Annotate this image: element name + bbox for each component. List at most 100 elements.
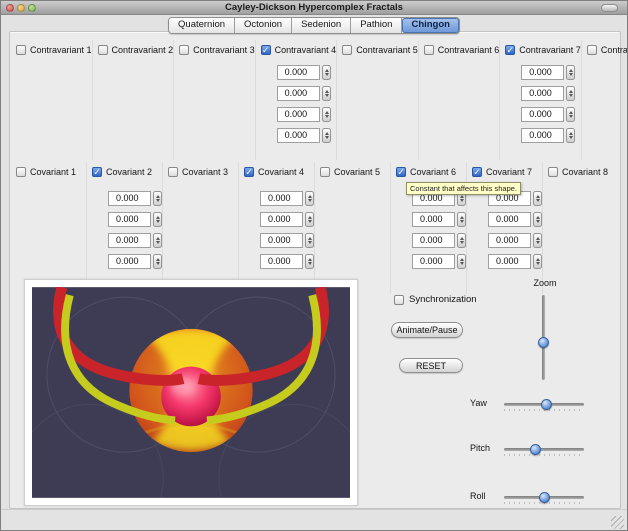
contravariant-7-value-field-1[interactable]: 0.000	[521, 65, 564, 80]
contravariant-7-value-field-3[interactable]: 0.000	[521, 107, 564, 122]
contravariant-checkbox-2[interactable]: Contravariant 2	[93, 40, 174, 56]
stepper-icon[interactable]	[153, 212, 162, 227]
covariant-6-value-field-3[interactable]: 0.000	[412, 233, 455, 248]
covariant-checkbox-7[interactable]: ✓Covariant 7	[467, 162, 542, 178]
stepper-icon[interactable]	[566, 128, 575, 143]
stepper-icon[interactable]	[305, 212, 314, 227]
stepper-icon[interactable]	[305, 191, 314, 206]
covariant-2-value-field-1[interactable]: 0.000	[108, 191, 151, 206]
checkbox-checked-icon[interactable]: ✓	[505, 45, 515, 55]
covariant-checkbox-8[interactable]: Covariant 8	[543, 162, 619, 178]
contravariant-checkbox-8[interactable]: Contravariant 8	[582, 40, 628, 56]
covariant-2-value-field-4[interactable]: 0.000	[108, 254, 151, 269]
checkbox-unchecked-icon[interactable]	[424, 45, 434, 55]
pitch-slider-track[interactable]	[504, 448, 584, 451]
checkbox-unchecked-icon[interactable]	[16, 45, 26, 55]
stepper-icon[interactable]	[322, 107, 331, 122]
contravariant-7-value-field-2[interactable]: 0.000	[521, 86, 564, 101]
covariant-2-value-field-2[interactable]: 0.000	[108, 212, 151, 227]
contravariant-4-value-field-2[interactable]: 0.000	[277, 86, 320, 101]
checkbox-checked-icon[interactable]: ✓	[92, 167, 102, 177]
contravariant-checkbox-6[interactable]: Contravariant 6	[419, 40, 500, 56]
contravariant-checkbox-7[interactable]: ✓Contravariant 7	[500, 40, 581, 56]
contravariant-4-value-field-1[interactable]: 0.000	[277, 65, 320, 80]
covariant-6-value-field-2[interactable]: 0.000	[412, 212, 455, 227]
animate-pause-button[interactable]: Animate/Pause	[391, 322, 463, 338]
covariant-7-value-field-2[interactable]: 0.000	[488, 212, 531, 227]
stepper-icon[interactable]	[457, 212, 466, 227]
covariant-checkbox-5[interactable]: Covariant 5	[315, 162, 390, 178]
checkbox-checked-icon[interactable]: ✓	[261, 45, 271, 55]
yaw-slider-thumb[interactable]	[541, 399, 552, 410]
roll-slider[interactable]: Roll	[464, 491, 600, 505]
contravariant-checkbox-4[interactable]: ✓Contravariant 4	[256, 40, 337, 56]
yaw-slider[interactable]: Yaw	[464, 398, 600, 412]
covariant-checkbox-4[interactable]: ✓Covariant 4	[239, 162, 314, 178]
tab-octonion[interactable]: Octonion	[235, 18, 292, 33]
roll-slider-thumb[interactable]	[539, 492, 550, 503]
covariant-4-value-field-4[interactable]: 0.000	[260, 254, 303, 269]
stepper-icon[interactable]	[305, 254, 314, 269]
checkbox-icon[interactable]	[394, 295, 404, 305]
tab-sedenion[interactable]: Sedenion	[292, 18, 351, 33]
zoom-slider-thumb[interactable]	[538, 337, 549, 348]
checkbox-unchecked-icon[interactable]	[179, 45, 189, 55]
synchronization-checkbox[interactable]: Synchronization	[394, 294, 477, 305]
fractal-viewport[interactable]	[24, 279, 358, 506]
stepper-icon[interactable]	[153, 191, 162, 206]
covariant-2-value-field-3[interactable]: 0.000	[108, 233, 151, 248]
covariant-checkbox-1[interactable]: Covariant 1	[11, 162, 86, 178]
stepper-icon[interactable]	[457, 254, 466, 269]
checkbox-checked-icon[interactable]: ✓	[472, 167, 482, 177]
checkbox-unchecked-icon[interactable]	[168, 167, 178, 177]
checkbox-unchecked-icon[interactable]	[98, 45, 108, 55]
toolbar-toggle-button[interactable]	[601, 4, 618, 12]
covariant-column-8: Covariant 8	[543, 162, 619, 294]
checkbox-checked-icon[interactable]: ✓	[396, 167, 406, 177]
covariant-7-value-field-3[interactable]: 0.000	[488, 233, 531, 248]
titlebar[interactable]: Cayley-Dickson Hypercomplex Fractals	[1, 1, 627, 15]
stepper-icon[interactable]	[322, 86, 331, 101]
covariant-checkbox-2[interactable]: ✓Covariant 2	[87, 162, 162, 178]
tab-chingon[interactable]: Chingon	[402, 18, 459, 33]
checkbox-unchecked-icon[interactable]	[320, 167, 330, 177]
tab-quaternion[interactable]: Quaternion	[169, 18, 235, 33]
contravariant-7-value-field-4[interactable]: 0.000	[521, 128, 564, 143]
contravariant-4-value-field-4[interactable]: 0.000	[277, 128, 320, 143]
stepper-icon[interactable]	[533, 191, 542, 206]
stepper-icon[interactable]	[322, 128, 331, 143]
stepper-icon[interactable]	[566, 107, 575, 122]
contravariant-7-spinner-2: 0.000	[521, 86, 581, 101]
stepper-icon[interactable]	[533, 254, 542, 269]
contravariant-4-value-field-3[interactable]: 0.000	[277, 107, 320, 122]
contravariant-checkbox-5[interactable]: Contravariant 5	[337, 40, 418, 56]
covariant-checkbox-3[interactable]: Covariant 3	[163, 162, 238, 178]
stepper-icon[interactable]	[153, 254, 162, 269]
covariant-checkbox-6[interactable]: ✓Covariant 6	[391, 162, 466, 178]
zoom-slider[interactable]	[537, 295, 549, 380]
checkbox-unchecked-icon[interactable]	[342, 45, 352, 55]
resize-grip[interactable]	[611, 516, 624, 529]
stepper-icon[interactable]	[566, 86, 575, 101]
tab-pathion[interactable]: Pathion	[351, 18, 402, 33]
covariant-6-value-field-4[interactable]: 0.000	[412, 254, 455, 269]
contravariant-checkbox-1[interactable]: Contravariant 1	[11, 40, 92, 56]
checkbox-unchecked-icon[interactable]	[548, 167, 558, 177]
stepper-icon[interactable]	[153, 233, 162, 248]
checkbox-unchecked-icon[interactable]	[587, 45, 597, 55]
stepper-icon[interactable]	[457, 233, 466, 248]
stepper-icon[interactable]	[322, 65, 331, 80]
stepper-icon[interactable]	[305, 233, 314, 248]
checkbox-checked-icon[interactable]: ✓	[244, 167, 254, 177]
checkbox-unchecked-icon[interactable]	[16, 167, 26, 177]
covariant-7-value-field-4[interactable]: 0.000	[488, 254, 531, 269]
covariant-4-value-field-2[interactable]: 0.000	[260, 212, 303, 227]
pitch-slider[interactable]: Pitch	[464, 443, 600, 457]
stepper-icon[interactable]	[566, 65, 575, 80]
reset-button[interactable]: RESET	[399, 358, 463, 373]
covariant-4-value-field-3[interactable]: 0.000	[260, 233, 303, 248]
stepper-icon[interactable]	[533, 212, 542, 227]
contravariant-checkbox-3[interactable]: Contravariant 3	[174, 40, 255, 56]
covariant-4-value-field-1[interactable]: 0.000	[260, 191, 303, 206]
stepper-icon[interactable]	[533, 233, 542, 248]
